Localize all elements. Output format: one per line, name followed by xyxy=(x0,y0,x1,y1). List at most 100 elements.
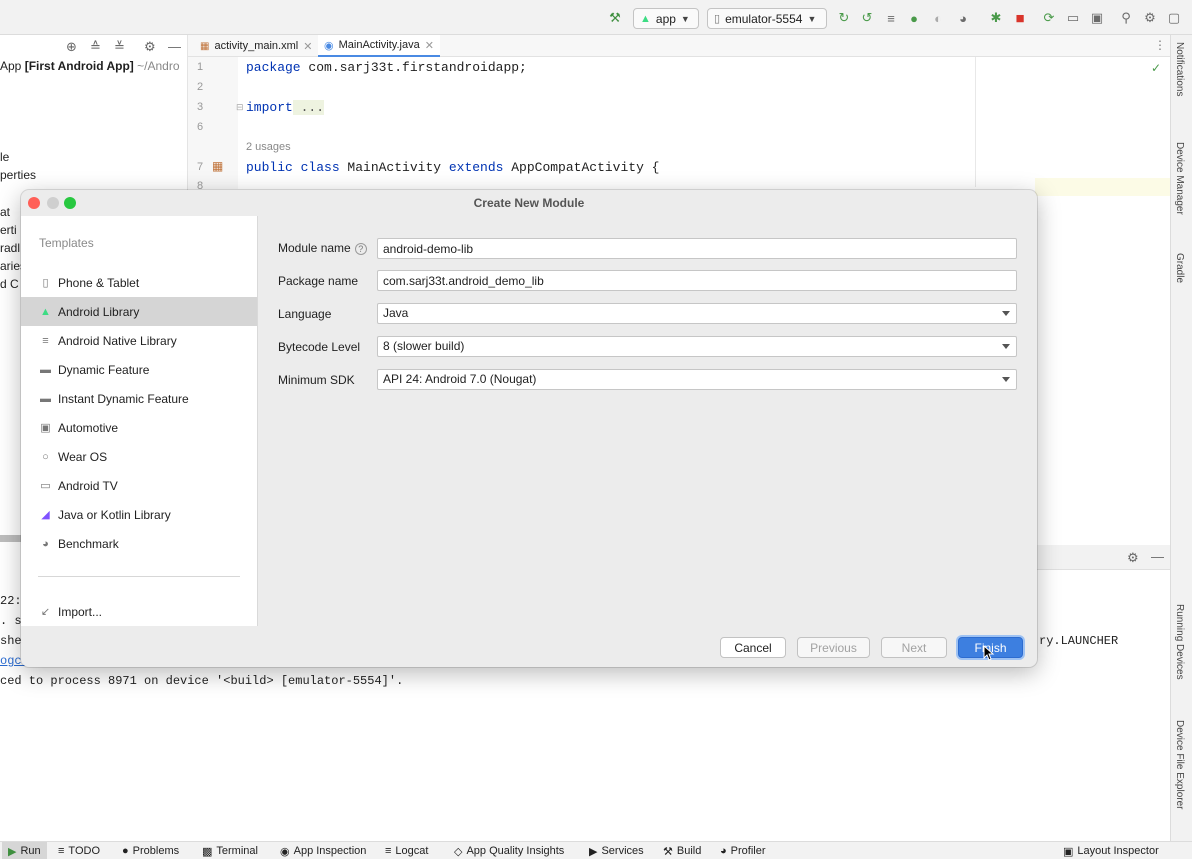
locate-file-icon[interactable]: ⊕ xyxy=(66,39,77,55)
create-new-module-dialog: Create New Module Templates ▯ Phone & Tab… xyxy=(21,190,1037,667)
rerun-icon[interactable]: ↻ xyxy=(835,9,853,27)
line-number: 6 xyxy=(197,121,204,133)
tool-window-layout-inspector[interactable]: ▣ Layout Inspector xyxy=(1063,842,1159,859)
gear-icon[interactable]: ⚙ xyxy=(1141,9,1159,27)
previous-button[interactable]: Previous xyxy=(797,637,870,658)
tool-window-running-devices[interactable]: Running Devices xyxy=(1174,604,1185,680)
sdk-manager-icon[interactable]: ▣ xyxy=(1088,9,1106,27)
template-wear-os[interactable]: ○ Wear OS xyxy=(21,442,257,471)
select-value: Java xyxy=(383,306,409,320)
project-tree-item[interactable]: d C xyxy=(0,277,19,291)
more-vertical-icon[interactable]: ⋮ xyxy=(1154,38,1166,52)
template-benchmark[interactable]: ◕ Benchmark xyxy=(21,529,257,558)
template-dynamic-feature[interactable]: ▬ Dynamic Feature xyxy=(21,355,257,384)
tool-window-run[interactable]: ▶ Run xyxy=(2,842,47,859)
tool-window-app-quality-insights[interactable]: ◇ App Quality Insights xyxy=(454,842,564,859)
next-button[interactable]: Next xyxy=(881,637,947,658)
search-icon[interactable]: ⚲ xyxy=(1117,9,1135,27)
project-root-node[interactable]: App [First Android App] ~/Andro xyxy=(0,59,186,73)
template-label: Automotive xyxy=(58,420,119,435)
template-android-tv[interactable]: ▭ Android TV xyxy=(21,471,257,500)
project-tree-item[interactable]: perties xyxy=(0,168,36,182)
code-line-3[interactable]: import ... xyxy=(246,100,325,115)
help-icon[interactable]: ? xyxy=(354,242,367,255)
template-phone-tablet[interactable]: ▯ Phone & Tablet xyxy=(21,268,257,297)
tab-main-activity-java[interactable]: ◉ MainActivity.java ✕ xyxy=(318,35,440,57)
tool-window-app-inspection[interactable]: ◉ App Inspection xyxy=(280,842,366,859)
chevron-down-icon: ▼ xyxy=(680,13,690,24)
templates-list: Templates ▯ Phone & Tablet ▲ Android Libra… xyxy=(21,216,258,626)
module-name-input[interactable] xyxy=(377,238,1017,259)
import-module-button[interactable]: ↙ Import... xyxy=(21,597,257,626)
check-icon[interactable]: ✓ xyxy=(1151,61,1161,75)
inspection-icon: ◉ xyxy=(280,845,290,858)
import-label: Import... xyxy=(58,604,103,619)
chevron-down-icon xyxy=(1002,311,1010,316)
code-line-7[interactable]: public class MainActivity extends AppCom… xyxy=(246,160,659,175)
template-java-kotlin-library[interactable]: ◢ Java or Kotlin Library xyxy=(21,500,257,529)
profile-icon[interactable]: ◐ xyxy=(929,9,947,27)
native-library-icon: ≡ xyxy=(42,334,49,347)
template-android-native-library[interactable]: ≡ Android Native Library xyxy=(21,326,257,355)
tool-window-problems[interactable]: ● Problems xyxy=(122,842,179,859)
device-manager-icon[interactable]: ▭ xyxy=(1064,9,1082,27)
project-tree-item[interactable]: radl xyxy=(0,241,20,255)
gear-icon[interactable]: ⚙ xyxy=(1127,550,1139,566)
apply-code-changes-icon[interactable]: ≡ xyxy=(882,9,900,27)
stop-icon[interactable]: ■ xyxy=(1011,9,1029,27)
tool-window-services[interactable]: ▶ Services xyxy=(589,842,644,859)
java-class-icon: ◉ xyxy=(324,39,334,52)
close-icon[interactable]: ✕ xyxy=(303,40,312,53)
debug-icon[interactable]: ● xyxy=(905,9,923,27)
template-android-library[interactable]: ▲ Android Library xyxy=(21,297,257,326)
expand-all-icon[interactable]: ≙ xyxy=(90,39,101,55)
tool-label: Problems xyxy=(132,845,180,857)
close-icon[interactable]: ✕ xyxy=(425,39,434,52)
close-window-button[interactable] xyxy=(28,197,40,209)
device-selector[interactable]: ▯ emulator-5554 ▼ xyxy=(707,8,827,29)
minimum-sdk-select[interactable]: API 24: Android 7.0 (Nougat) xyxy=(377,369,1017,390)
zoom-window-button[interactable] xyxy=(64,197,76,209)
tab-activity-main-xml[interactable]: ▦ activity_main.xml ✕ xyxy=(194,35,318,57)
activity-gutter-icon[interactable]: ▦ xyxy=(212,159,223,173)
tool-window-device-file-explorer[interactable]: Device File Explorer xyxy=(1174,720,1185,809)
minimize-window-button[interactable] xyxy=(47,197,59,209)
apply-changes-icon[interactable]: ↺ xyxy=(858,9,876,27)
project-tree-item[interactable]: at xyxy=(0,205,10,219)
tool-window-device-manager[interactable]: Device Manager xyxy=(1174,142,1185,215)
minimize-icon[interactable]: — xyxy=(168,39,181,54)
bytecode-level-select[interactable]: 8 (slower build) xyxy=(377,336,1017,357)
tool-window-gradle[interactable]: Gradle xyxy=(1174,253,1185,283)
account-icon[interactable]: ▢ xyxy=(1165,9,1183,27)
gear-icon[interactable]: ⚙ xyxy=(144,39,156,55)
collapse-all-icon[interactable]: ≚ xyxy=(114,39,125,55)
usages-hint[interactable]: 2 usages xyxy=(246,141,291,153)
language-select[interactable]: Java xyxy=(377,303,1017,324)
project-tree-item[interactable]: erti xyxy=(0,223,17,237)
project-tree-item[interactable]: le xyxy=(0,150,9,164)
tool-label: App Quality Insights xyxy=(466,845,565,857)
tool-window-terminal[interactable]: ▩ Terminal xyxy=(202,842,258,859)
sync-gradle-icon[interactable]: ⟳ xyxy=(1040,9,1058,27)
build-hammer-icon[interactable]: ⚒ xyxy=(606,9,624,27)
tool-window-logcat[interactable]: ≡ Logcat xyxy=(385,842,428,859)
package-name-input[interactable] xyxy=(377,270,1017,291)
run-config-selector[interactable]: ▲ app ▼ xyxy=(633,8,699,29)
template-automotive[interactable]: ▣ Automotive xyxy=(21,413,257,442)
template-instant-dynamic-feature[interactable]: ▬ Instant Dynamic Feature xyxy=(21,384,257,413)
folded-imports[interactable]: ... xyxy=(292,100,325,115)
coverage-icon[interactable]: ◕ xyxy=(954,9,972,27)
tool-window-notifications[interactable]: Notifications xyxy=(1174,42,1185,96)
code-line-1[interactable]: package com.sarj33t.firstandroidapp; xyxy=(246,60,527,75)
tool-window-todo[interactable]: ≡ TODO xyxy=(58,842,100,859)
bottom-tool-bar: ▶ Run ≡ TODO ● Problems ▩ Terminal ◉ App Insp… xyxy=(0,841,1192,859)
cancel-button[interactable]: Cancel xyxy=(720,637,786,658)
tool-window-build[interactable]: ⚒ Build xyxy=(663,842,701,859)
attach-debugger-icon[interactable]: ✱ xyxy=(987,9,1005,27)
tool-window-profiler[interactable]: ◕ Profiler xyxy=(720,842,766,859)
fold-icon[interactable]: ⊟ xyxy=(236,102,244,113)
scrollbar[interactable] xyxy=(0,535,22,542)
minimize-icon[interactable]: — xyxy=(1151,549,1164,564)
folder-icon: ▬ xyxy=(40,363,51,376)
main-toolbar: ⚒ ▲ app ▼ ▯ emulator-5554 ▼ ↻ ↺ ≡ ● ◐ ◕ … xyxy=(0,0,1192,35)
